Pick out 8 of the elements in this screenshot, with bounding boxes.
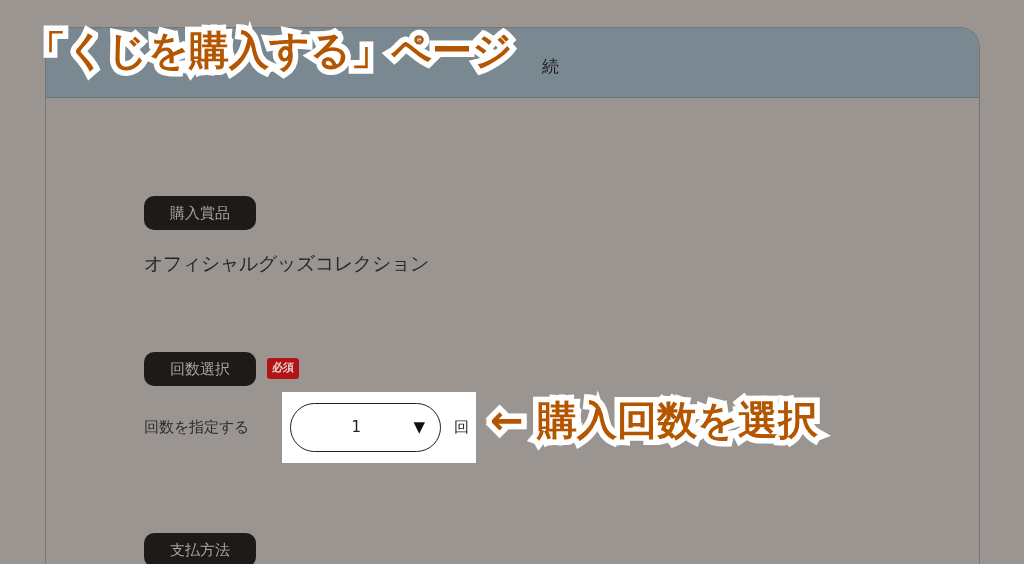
page-title: 続	[541, 54, 559, 78]
prize-name: オフィシャルグッズコレクション	[144, 251, 430, 276]
section-label: 購入賞品	[144, 196, 256, 230]
section-label: 回数選択	[144, 351, 256, 386]
required-badge: 必須	[267, 358, 299, 379]
unit-label: 回	[454, 416, 469, 438]
field-label: 回数を指定する	[144, 416, 250, 438]
section-label: 支払方法	[144, 532, 256, 564]
